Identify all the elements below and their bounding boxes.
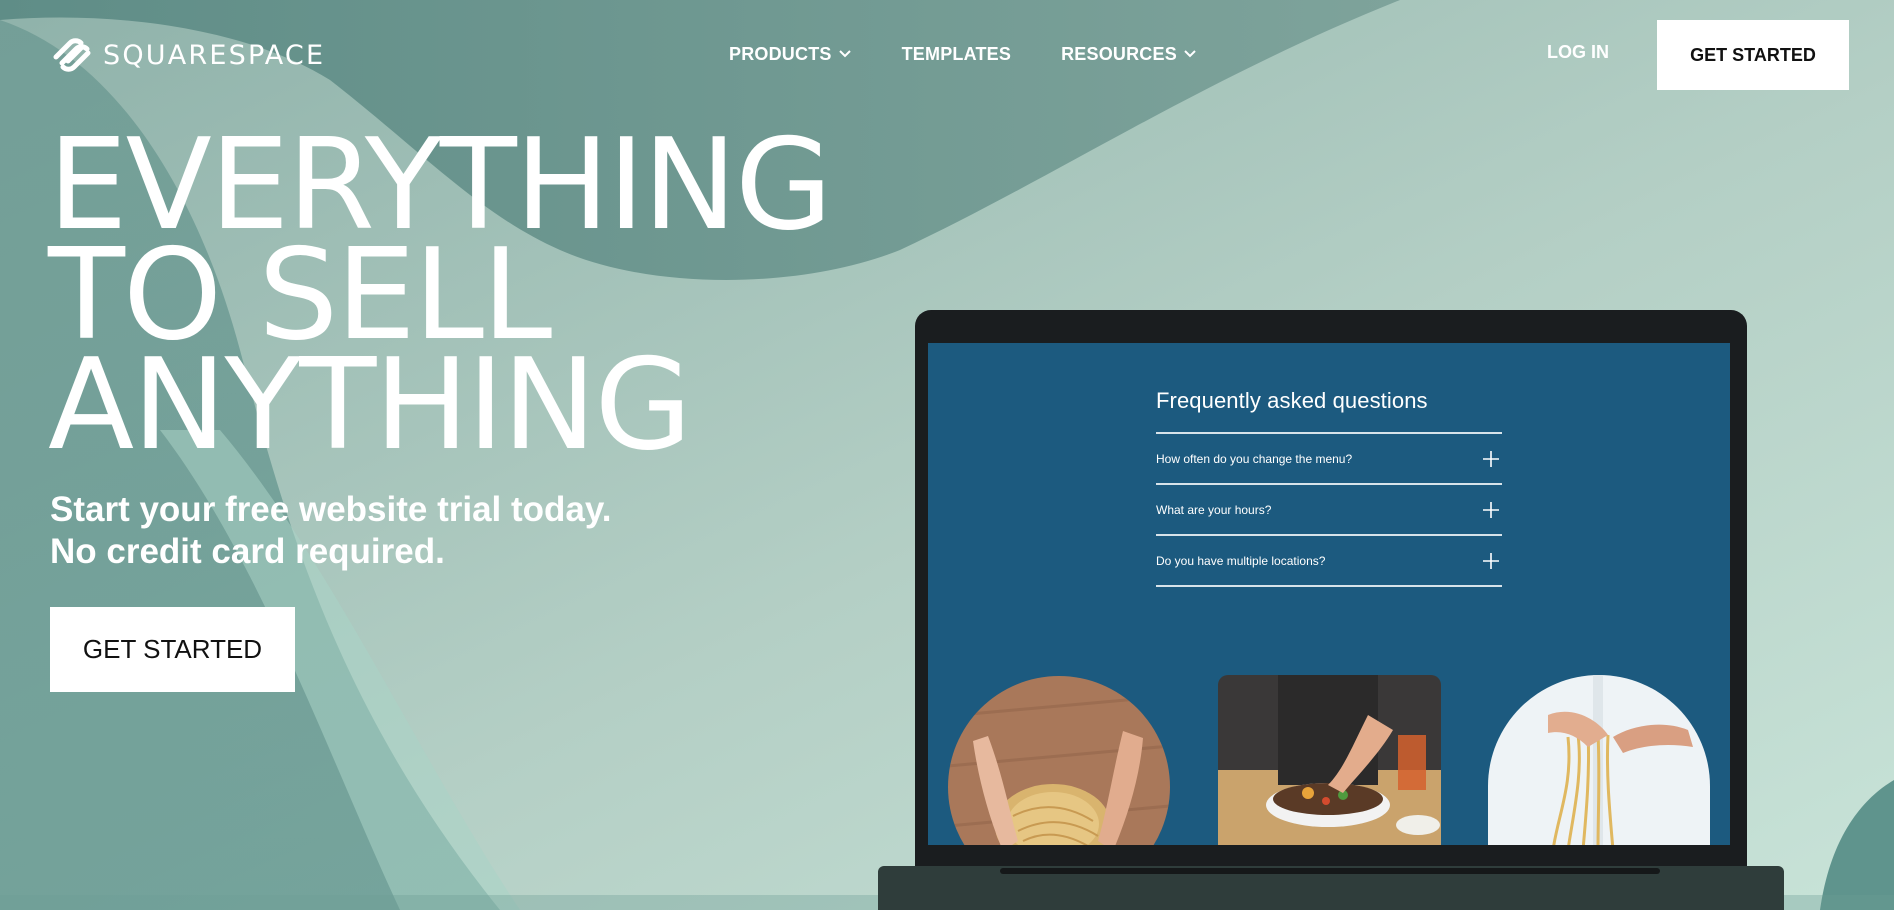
hero-subheadline-line: No credit card required. xyxy=(50,532,445,571)
hero-headline: EVERYTHING TO SELL ANYTHING xyxy=(48,122,833,478)
faq-question: Do you have multiple locations? xyxy=(1156,553,1326,568)
plus-icon xyxy=(1483,552,1499,569)
nav-resources[interactable]: RESOURCES xyxy=(1061,44,1197,65)
get-started-nav-button[interactable]: GET STARTED xyxy=(1657,20,1849,90)
hero-subheadline-line: Start your free website trial today. xyxy=(50,490,612,529)
noodle-hands-photo xyxy=(948,676,1170,845)
brand-name: SQUARESPACE xyxy=(103,39,326,71)
plus-icon xyxy=(1483,501,1499,518)
nav-products-label: PRODUCTS xyxy=(729,43,832,64)
nav-templates[interactable]: TEMPLATES xyxy=(902,44,1011,65)
main-menu: PRODUCTS TEMPLATES RESOURCES xyxy=(729,40,1197,68)
get-started-hero-button[interactable]: GET STARTED xyxy=(50,607,295,692)
noodle-pull-photo xyxy=(1488,675,1710,845)
nav-resources-label: RESOURCES xyxy=(1061,43,1177,64)
faq-question: What are your hours? xyxy=(1156,502,1272,517)
faq-question: How often do you change the menu? xyxy=(1156,451,1353,466)
hero-headline-line: ANYTHING xyxy=(48,331,692,478)
nav-templates-label: TEMPLATES xyxy=(901,43,1012,64)
login-link[interactable]: LOG IN xyxy=(1547,42,1609,63)
faq-item[interactable]: Do you have multiple locations? xyxy=(1156,536,1502,587)
faq-item[interactable]: How often do you change the menu? xyxy=(1156,434,1502,485)
chevron-down-icon xyxy=(1184,50,1196,58)
laptop-hinge xyxy=(1000,868,1660,874)
chevron-down-icon xyxy=(838,50,851,58)
brand-logo[interactable]: SQUARESPACE xyxy=(50,35,325,75)
hero-subheadline: Start your free website trial today. No … xyxy=(50,489,611,573)
squarespace-logo-icon xyxy=(53,38,91,72)
faq-section: Frequently asked questions How often do … xyxy=(1156,388,1502,587)
top-navigation: SQUARESPACE PRODUCTS TEMPLATES RESOURCES… xyxy=(0,0,1894,108)
laptop-screen-website-preview: Frequently asked questions How often do … xyxy=(928,343,1730,845)
plus-icon xyxy=(1483,450,1499,467)
nav-products[interactable]: PRODUCTS xyxy=(729,44,852,65)
noodle-bowl-photo xyxy=(1218,675,1441,845)
faq-title: Frequently asked questions xyxy=(1156,388,1428,413)
faq-item[interactable]: What are your hours? xyxy=(1156,485,1502,536)
